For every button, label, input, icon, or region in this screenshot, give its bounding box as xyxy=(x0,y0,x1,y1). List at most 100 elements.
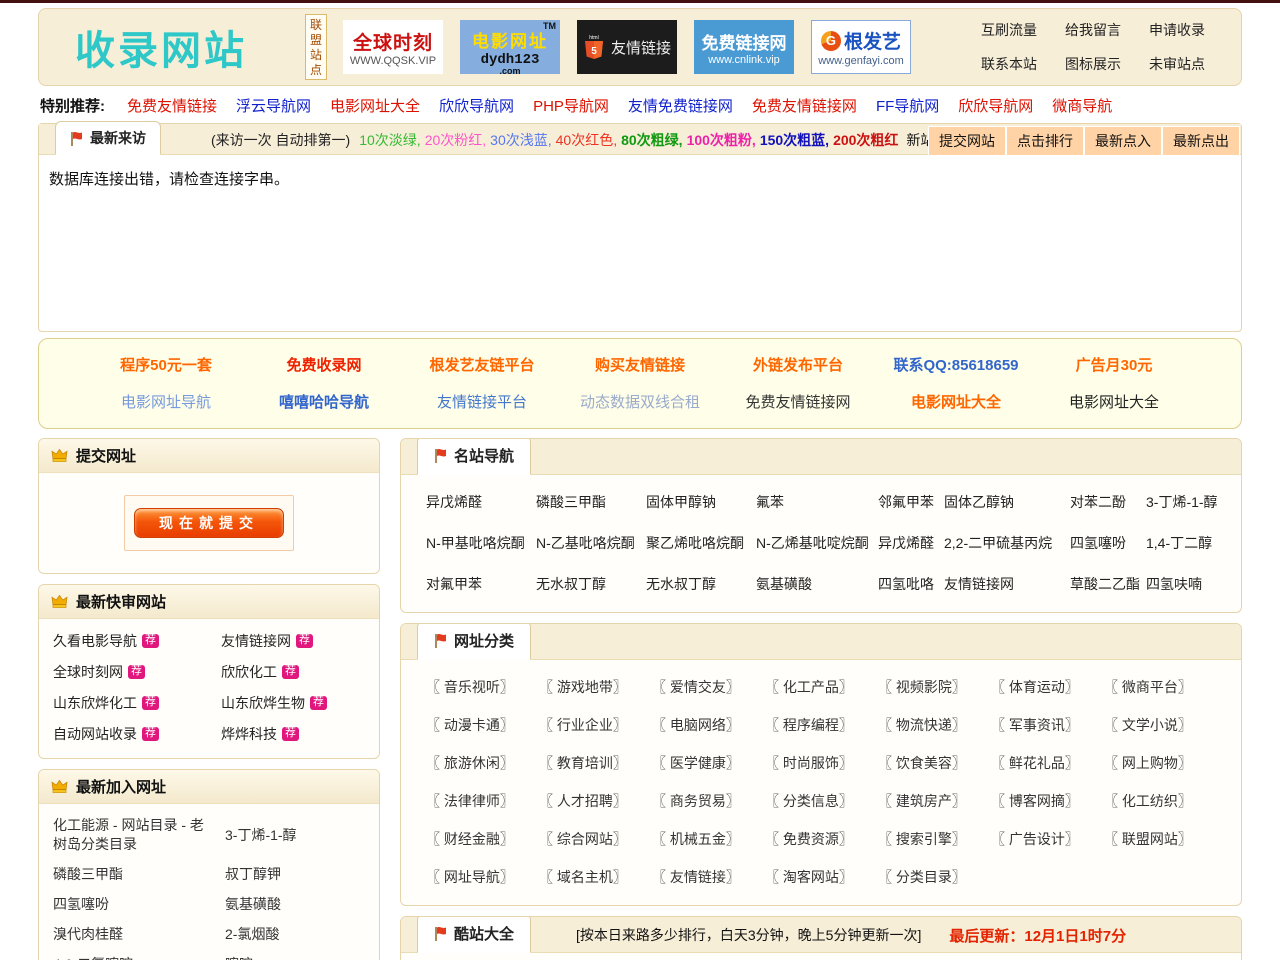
category-link[interactable]: 〖 爱情交友〗 xyxy=(652,677,765,697)
category-link[interactable]: 〖 网址导航〗 xyxy=(426,867,539,887)
sponsor-link[interactable]: 嘻嘻哈哈导航 xyxy=(245,391,403,412)
latest-added-link[interactable]: 嘧啶 xyxy=(225,955,373,960)
latest-added-link[interactable]: 化工能源 - 网站目录 - 老树岛分类目录 xyxy=(53,816,225,854)
visitors-action-button[interactable]: 提交网站 xyxy=(929,127,1005,155)
category-link[interactable]: 〖 饮食美容〗 xyxy=(878,753,991,773)
sponsor-link[interactable]: 电影网址大全 xyxy=(877,391,1035,412)
latest-added-link[interactable]: 四氢噻吩 xyxy=(53,895,225,914)
sponsor-link[interactable]: 友情链接平台 xyxy=(403,391,561,412)
category-link[interactable]: 〖 时尚服饰〗 xyxy=(765,753,878,773)
category-link[interactable]: 〖 行业企业〗 xyxy=(539,715,652,735)
category-link[interactable]: 〖 旅游休闲〗 xyxy=(426,753,539,773)
sponsor-link[interactable]: 外链发布平台 xyxy=(719,354,877,375)
header-nav-link[interactable]: 图标展示 xyxy=(1065,54,1121,74)
category-link[interactable]: 〖 综合网站〗 xyxy=(539,829,652,849)
famous-site-link[interactable]: 聚乙烯吡咯烷酮 xyxy=(646,533,756,553)
cool-sites-tab[interactable]: 酷站大全 xyxy=(417,916,531,953)
famous-site-link[interactable]: 对苯二酚 xyxy=(1070,492,1146,512)
fast-review-site-link[interactable]: 烨烨科技 xyxy=(221,724,277,744)
category-link[interactable]: 〖 教育培训〗 xyxy=(539,753,652,773)
famous-site-link[interactable]: 固体甲醇钠 xyxy=(646,492,756,512)
famous-site-link[interactable]: 固体乙醇钠 xyxy=(944,492,1070,512)
visitors-action-button[interactable]: 点击排行 xyxy=(1007,127,1083,155)
recommend-link[interactable]: 免费友情链接 xyxy=(127,95,217,116)
category-link[interactable]: 〖 免费资源〗 xyxy=(765,829,878,849)
banner-qqsk[interactable]: 全球时刻 WWW.QQSK.VIP xyxy=(343,20,443,74)
sponsor-link[interactable]: 免费友情链接网 xyxy=(719,391,877,412)
submit-now-button[interactable]: 现在就提交 xyxy=(134,508,284,538)
category-link[interactable]: 〖 搜索引擎〗 xyxy=(878,829,991,849)
famous-site-link[interactable]: 1,4-丁二醇 xyxy=(1146,533,1241,553)
category-link[interactable]: 〖 化工纺织〗 xyxy=(1104,791,1217,811)
banner-html5-links[interactable]: html 5 友情链接 xyxy=(577,20,677,74)
famous-site-link[interactable]: 四氢呋喃 xyxy=(1146,574,1241,594)
sponsor-link[interactable]: 广告月30元 xyxy=(1035,354,1193,375)
sponsor-link[interactable]: 程序50元一套 xyxy=(87,354,245,375)
recommend-link[interactable]: PHP导航网 xyxy=(533,95,609,116)
sponsor-link[interactable]: 动态数据双线合租 xyxy=(561,391,719,412)
union-sites-badge[interactable]: 联盟站点 xyxy=(305,14,327,80)
category-link[interactable]: 〖 广告设计〗 xyxy=(991,829,1104,849)
category-link[interactable]: 〖 联盟网站〗 xyxy=(1104,829,1217,849)
famous-site-link[interactable]: 磷酸三甲酯 xyxy=(536,492,646,512)
sponsor-link[interactable]: 购买友情链接 xyxy=(561,354,719,375)
famous-site-link[interactable]: 异戊烯醛 xyxy=(426,492,536,512)
recommend-link[interactable]: 友情免费链接网 xyxy=(628,95,733,116)
category-link[interactable]: 〖 视频影院〗 xyxy=(878,677,991,697)
category-link[interactable]: 〖 淘客网站〗 xyxy=(765,867,878,887)
famous-site-link[interactable]: 2,2-二甲硫基丙烷 xyxy=(944,533,1070,553)
category-link[interactable]: 〖 鲜花礼品〗 xyxy=(991,753,1104,773)
category-link[interactable]: 〖 动漫卡通〗 xyxy=(426,715,539,735)
category-link[interactable]: 〖 机械五金〗 xyxy=(652,829,765,849)
header-nav-link[interactable]: 未审站点 xyxy=(1149,54,1205,74)
famous-site-link[interactable]: 异戊烯醛 xyxy=(878,533,944,553)
category-link[interactable]: 〖 人才招聘〗 xyxy=(539,791,652,811)
famous-site-link[interactable]: 氨基磺酸 xyxy=(756,574,878,594)
sponsor-link[interactable]: 根发艺友链平台 xyxy=(403,354,561,375)
header-nav-link[interactable]: 给我留言 xyxy=(1065,20,1121,40)
famous-site-link[interactable]: 氟苯 xyxy=(756,492,878,512)
latest-added-link[interactable]: 叔丁醇钾 xyxy=(225,865,373,884)
category-link[interactable]: 〖 化工产品〗 xyxy=(765,677,878,697)
fast-review-site-link[interactable]: 自动网站收录 xyxy=(53,724,137,744)
category-link[interactable]: 〖 体育运动〗 xyxy=(991,677,1104,697)
banner-dydh123[interactable]: TM 电影网址 dydh123 .com xyxy=(460,20,560,74)
famous-site-link[interactable]: 友情链接网 xyxy=(944,574,1070,594)
sponsor-link[interactable]: 电影网址大全 xyxy=(1035,391,1193,412)
famous-site-link[interactable]: N-乙基吡咯烷酮 xyxy=(536,533,646,553)
header-nav-link[interactable]: 互刷流量 xyxy=(981,20,1037,40)
category-link[interactable]: 〖 程序编程〗 xyxy=(765,715,878,735)
fast-review-site-link[interactable]: 久看电影导航 xyxy=(53,631,137,651)
latest-added-link[interactable]: 溴代肉桂醛 xyxy=(53,925,225,944)
category-link[interactable]: 〖 微商平台〗 xyxy=(1104,677,1217,697)
visitors-action-button[interactable]: 最新点出 xyxy=(1163,127,1239,155)
famous-sites-tab[interactable]: 名站导航 xyxy=(417,438,531,475)
recommend-link[interactable]: 免费友情链接网 xyxy=(752,95,857,116)
category-link[interactable]: 〖 建筑房产〗 xyxy=(878,791,991,811)
fast-review-site-link[interactable]: 欣欣化工 xyxy=(221,662,277,682)
sponsor-link[interactable]: 免费收录网 xyxy=(245,354,403,375)
categories-tab[interactable]: 网址分类 xyxy=(417,623,531,660)
famous-site-link[interactable]: 无水叔丁醇 xyxy=(646,574,756,594)
sponsor-link[interactable]: 电影网址导航 xyxy=(87,391,245,412)
latest-added-link[interactable]: 4,6-二氯嘧啶 xyxy=(53,955,225,960)
fast-review-site-link[interactable]: 山东欣烨生物 xyxy=(221,693,305,713)
banner-genfayi[interactable]: G 根发艺 www.genfayi.com xyxy=(811,20,911,74)
recommend-link[interactable]: 电影网址大全 xyxy=(330,95,420,116)
famous-site-link[interactable]: 四氢吡咯 xyxy=(878,574,944,594)
category-link[interactable]: 〖 域名主机〗 xyxy=(539,867,652,887)
category-link[interactable]: 〖 军事资讯〗 xyxy=(991,715,1104,735)
recommend-link[interactable]: 浮云导航网 xyxy=(236,95,311,116)
fast-review-site-link[interactable]: 友情链接网 xyxy=(221,631,291,651)
header-nav-link[interactable]: 联系本站 xyxy=(981,54,1037,74)
category-link[interactable]: 〖 文学小说〗 xyxy=(1104,715,1217,735)
famous-site-link[interactable]: N-乙烯基吡啶烷酮 xyxy=(756,533,878,553)
recommend-link[interactable]: 微商导航 xyxy=(1052,95,1112,116)
famous-site-link[interactable]: 四氢噻吩 xyxy=(1070,533,1146,553)
category-link[interactable]: 〖 法律律师〗 xyxy=(426,791,539,811)
famous-site-link[interactable]: N-甲基吡咯烷酮 xyxy=(426,533,536,553)
category-link[interactable]: 〖 友情链接〗 xyxy=(652,867,765,887)
category-link[interactable]: 〖 财经金融〗 xyxy=(426,829,539,849)
header-nav-link[interactable]: 申请收录 xyxy=(1149,20,1205,40)
recommend-link[interactable]: 欣欣导航网 xyxy=(439,95,514,116)
